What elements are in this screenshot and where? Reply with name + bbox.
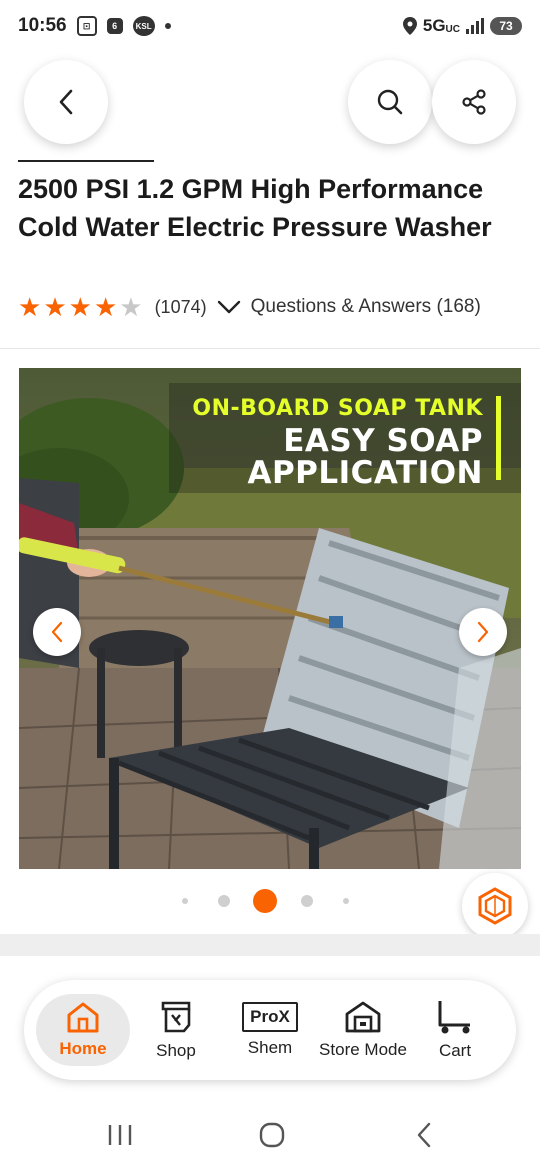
share-icon	[462, 89, 486, 115]
back-button[interactable]	[24, 60, 108, 144]
carousel-dots	[0, 888, 540, 914]
image-headline-2: EASY SOAP	[283, 423, 483, 459]
review-count[interactable]: (1074)	[155, 297, 207, 318]
carousel-prev-button[interactable]	[33, 608, 81, 656]
section-separator	[0, 934, 540, 956]
network-type: 5G	[422, 16, 446, 35]
chevron-down-icon[interactable]	[217, 299, 241, 315]
carousel-next-button[interactable]	[459, 608, 507, 656]
section-divider	[0, 348, 540, 349]
nav-shop-label: Shop	[156, 1041, 196, 1060]
questions-answers-link[interactable]: Questions & Answers (168)	[251, 296, 481, 318]
search-button[interactable]	[348, 60, 432, 144]
product-page: 10:56 ⊡ 6 KSL 5G UC 73 2500 PSI 1.2 GPM …	[0, 0, 540, 1170]
product-image[interactable]: ON-BOARD SOAP TANK EASY SOAP APPLICATION	[19, 368, 521, 869]
home-icon	[67, 1002, 99, 1033]
back-arrow-icon	[417, 1122, 431, 1148]
carousel-dot[interactable]	[218, 895, 230, 907]
star-filled-icon: ★	[18, 292, 42, 322]
system-back-button[interactable]	[404, 1118, 444, 1152]
chevron-left-icon	[51, 621, 63, 643]
nav-prox[interactable]: ProX Shem	[224, 980, 316, 1080]
screenshot-icon: ⊡	[76, 16, 97, 36]
chevron-left-icon	[59, 89, 73, 115]
home-circle-icon	[259, 1122, 285, 1148]
more-notifications-dot	[164, 23, 171, 29]
nav-cart-label: Cart	[438, 1041, 472, 1060]
recent-apps-button[interactable]	[100, 1118, 140, 1152]
signal-icon	[466, 18, 484, 34]
nav-store-mode-label: Store Mode	[319, 1040, 407, 1059]
star-filled-icon: ★	[93, 292, 118, 322]
assistant-button[interactable]	[462, 873, 528, 939]
ksl-icon: KSL	[132, 16, 155, 36]
rating-row: ★ ★ ★ ★ ★ (1074) Questions & Answers (168)	[18, 292, 481, 322]
bottom-navigation: Home Shop ProX Shem Store Mode Cart	[24, 980, 516, 1080]
status-left: 10:56 ⊡ 6 KSL	[18, 15, 171, 37]
nav-cart[interactable]: Cart	[412, 980, 498, 1080]
hexagon-icon	[478, 887, 512, 925]
brand-link-underline[interactable]	[18, 160, 154, 162]
store-icon	[345, 1001, 381, 1033]
carousel-dot[interactable]	[182, 898, 188, 904]
star-filled-icon: ★	[68, 292, 92, 322]
home-system-button[interactable]	[252, 1118, 292, 1152]
nav-home[interactable]: Home	[36, 994, 130, 1066]
chevron-right-icon	[477, 621, 489, 643]
nav-shop[interactable]: Shop	[130, 980, 222, 1080]
carousel-dot[interactable]	[301, 895, 313, 907]
nav-store-mode[interactable]: Store Mode	[314, 980, 412, 1080]
system-navigation	[0, 1100, 540, 1170]
nav-home-label: Home	[59, 1039, 107, 1058]
image-headline-3: APPLICATION	[247, 455, 483, 491]
star-rating[interactable]: ★ ★ ★ ★ ★	[18, 294, 143, 320]
nav-prox-label: Shem	[247, 1038, 293, 1057]
shop-icon	[161, 1001, 191, 1033]
notification-icon: 6	[106, 18, 123, 34]
star-empty-icon: ★	[119, 292, 143, 322]
image-headline-1: ON-BOARD SOAP TANK	[192, 396, 483, 421]
status-bar: 10:56 ⊡ 6 KSL 5G UC 73	[0, 0, 540, 52]
network-subtype: UC	[445, 23, 460, 35]
status-right: 5G UC 73	[402, 16, 522, 36]
carousel-dot[interactable]	[343, 898, 349, 904]
status-time: 10:56	[18, 15, 67, 36]
prox-icon: ProX	[242, 1002, 298, 1032]
star-filled-icon: ★	[43, 292, 67, 322]
search-icon	[377, 89, 403, 115]
location-icon	[402, 17, 417, 35]
product-title: 2500 PSI 1.2 GPM High Performance Cold W…	[18, 174, 492, 242]
cart-icon	[438, 1001, 470, 1034]
carousel-dot-active[interactable]	[253, 889, 277, 913]
recent-apps-icon	[108, 1125, 132, 1145]
battery-indicator: 73	[490, 17, 522, 35]
headline-accent-bar	[496, 396, 501, 480]
share-button[interactable]	[432, 60, 516, 144]
